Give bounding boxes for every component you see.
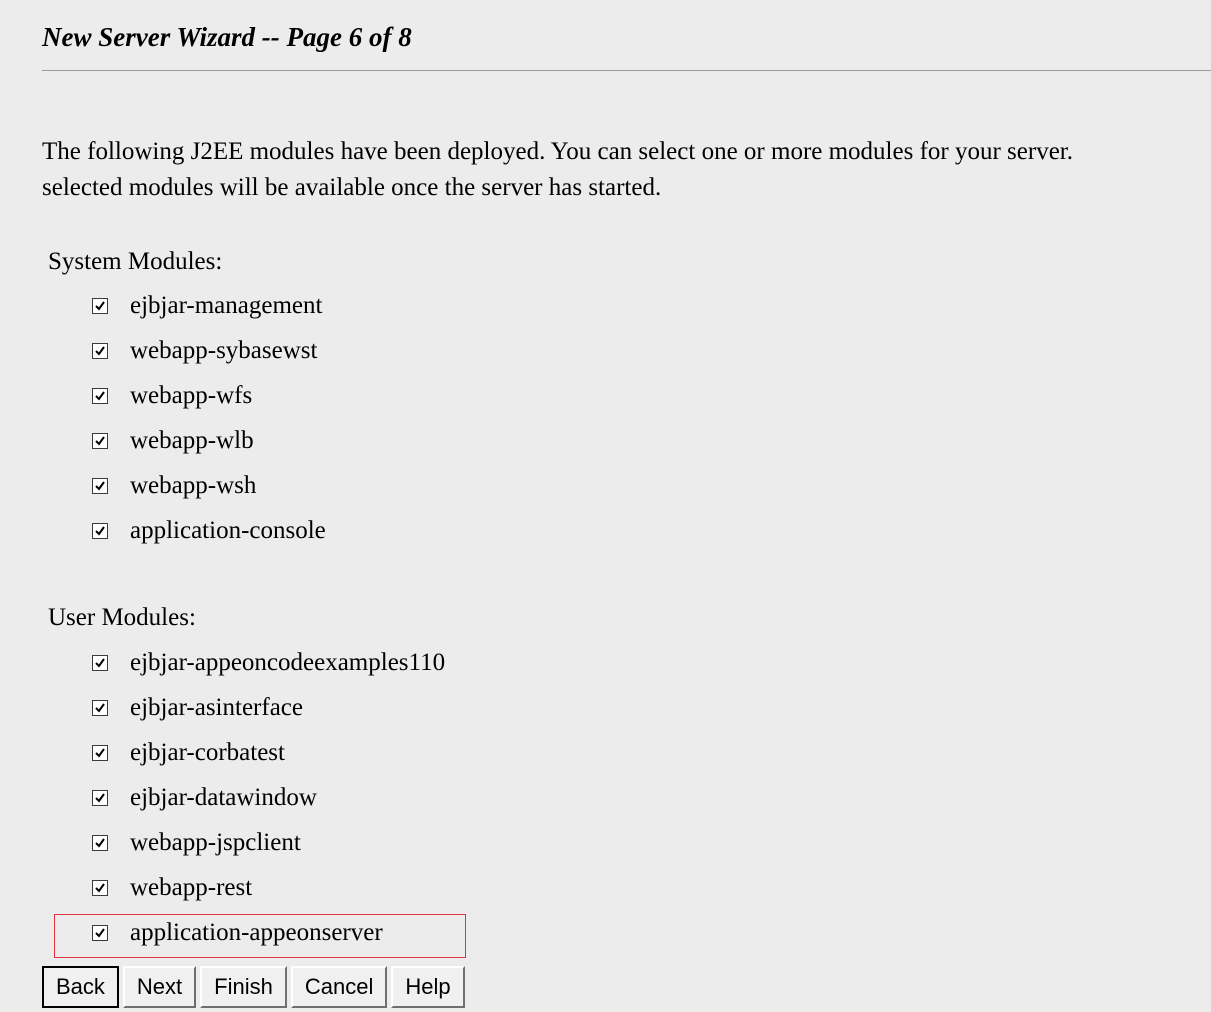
- module-label: webapp-wsh: [130, 471, 257, 499]
- checkmark-icon: [95, 747, 105, 758]
- checkmark-icon: [95, 702, 105, 713]
- module-label: ejbjar-management: [130, 291, 323, 319]
- module-label: ejbjar-asinterface: [130, 693, 303, 721]
- system-module-item[interactable]: webapp-wsh: [92, 463, 326, 508]
- module-checkbox[interactable]: [92, 432, 108, 449]
- module-checkbox[interactable]: [92, 654, 108, 671]
- user-modules-label: User Modules:: [48, 604, 196, 631]
- user-module-item[interactable]: webapp-rest: [92, 865, 445, 910]
- module-checkbox[interactable]: [92, 387, 108, 404]
- next-button[interactable]: Next: [122, 966, 197, 1008]
- intro-line-2: selected modules will be available once …: [42, 174, 662, 201]
- user-module-item[interactable]: ejbjar-corbatest: [92, 730, 445, 775]
- user-modules-list: ejbjar-appeoncodeexamples110 ejbjar-asin…: [92, 640, 445, 955]
- system-module-item[interactable]: webapp-wlb: [92, 418, 326, 463]
- system-module-item[interactable]: webapp-sybasewst: [92, 328, 326, 373]
- module-label: webapp-jspclient: [130, 828, 301, 856]
- module-label: webapp-wfs: [130, 381, 253, 409]
- user-module-item[interactable]: webapp-jspclient: [92, 820, 445, 865]
- system-modules-list: ejbjar-management webapp-sybasewst webap…: [92, 283, 326, 553]
- module-checkbox[interactable]: [92, 477, 108, 494]
- module-label: application-console: [130, 516, 326, 544]
- user-module-item[interactable]: ejbjar-appeoncodeexamples110: [92, 640, 445, 685]
- intro-line-1: The following J2EE modules have been dep…: [42, 138, 1073, 165]
- module-checkbox[interactable]: [92, 789, 108, 806]
- module-checkbox[interactable]: [92, 699, 108, 716]
- wizard-title: New Server Wizard -- Page 6 of 8: [42, 22, 412, 52]
- module-label: webapp-rest: [130, 873, 253, 901]
- checkmark-icon: [95, 390, 105, 401]
- checkmark-icon: [95, 525, 105, 536]
- title-divider: [42, 70, 1211, 71]
- module-label: ejbjar-corbatest: [130, 738, 285, 766]
- checkmark-icon: [95, 480, 105, 491]
- user-module-item[interactable]: ejbjar-asinterface: [92, 685, 445, 730]
- module-checkbox[interactable]: [92, 522, 108, 539]
- intro-text: The following J2EE modules have been dep…: [42, 134, 1211, 206]
- wizard-button-bar: Back Next Finish Cancel Help: [42, 966, 465, 1008]
- system-module-item[interactable]: application-console: [92, 508, 326, 553]
- finish-button[interactable]: Finish: [200, 966, 287, 1008]
- checkmark-icon: [95, 792, 105, 803]
- highlight-annotation-box: [54, 914, 466, 958]
- module-checkbox[interactable]: [92, 744, 108, 761]
- back-button[interactable]: Back: [42, 966, 119, 1008]
- module-checkbox[interactable]: [92, 297, 108, 314]
- checkmark-icon: [95, 657, 105, 668]
- module-label: ejbjar-datawindow: [130, 783, 317, 811]
- system-module-item[interactable]: webapp-wfs: [92, 373, 326, 418]
- module-label: webapp-wlb: [130, 426, 254, 454]
- system-module-item[interactable]: ejbjar-management: [92, 283, 326, 328]
- module-checkbox[interactable]: [92, 342, 108, 359]
- user-module-item[interactable]: ejbjar-datawindow: [92, 775, 445, 820]
- checkmark-icon: [95, 882, 105, 893]
- help-button[interactable]: Help: [391, 966, 465, 1008]
- checkmark-icon: [95, 345, 105, 356]
- module-checkbox[interactable]: [92, 879, 108, 896]
- module-label: ejbjar-appeoncodeexamples110: [130, 648, 446, 676]
- checkmark-icon: [95, 837, 105, 848]
- checkmark-icon: [95, 300, 105, 311]
- module-label: webapp-sybasewst: [130, 336, 318, 364]
- system-modules-label: System Modules:: [48, 248, 223, 275]
- checkmark-icon: [95, 435, 105, 446]
- module-checkbox[interactable]: [92, 834, 108, 851]
- cancel-button[interactable]: Cancel: [290, 966, 388, 1008]
